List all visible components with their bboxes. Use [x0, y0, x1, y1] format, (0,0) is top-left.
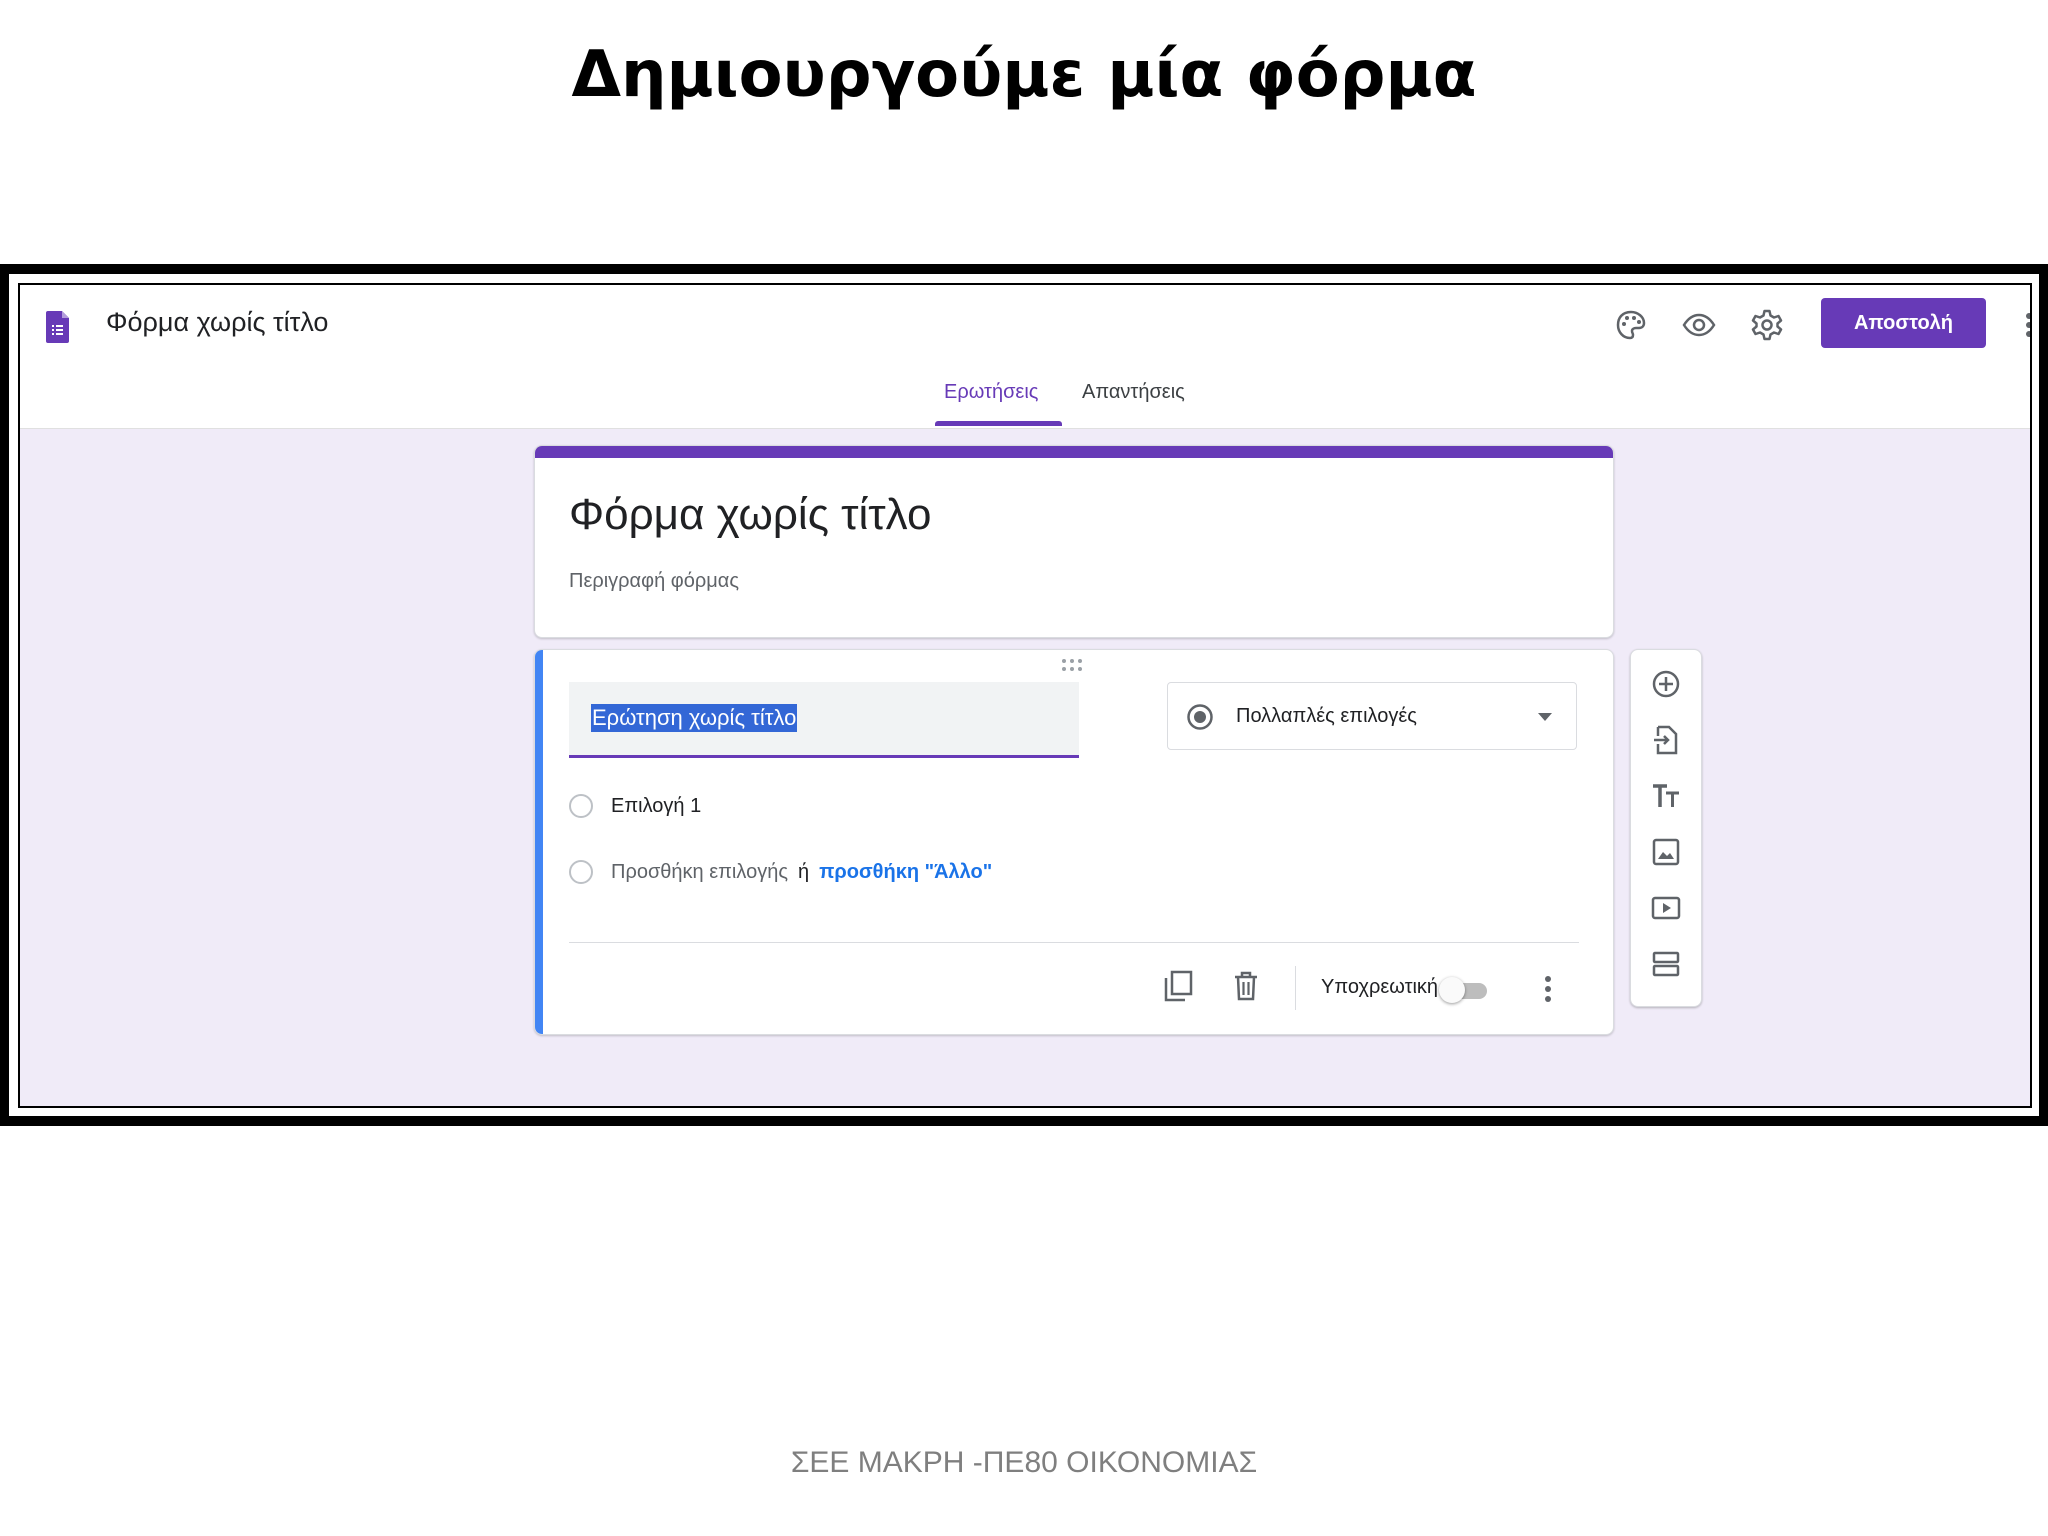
or-text: ή — [797, 861, 810, 883]
more-vert-icon[interactable] — [2022, 307, 2032, 343]
required-toggle[interactable] — [1439, 976, 1489, 1004]
add-section-icon[interactable] — [1650, 948, 1682, 980]
google-forms-logo-icon[interactable] — [46, 311, 69, 343]
active-tab-indicator — [935, 421, 1062, 426]
add-other-link[interactable]: προσθήκη "Άλλο" — [819, 861, 992, 883]
form-canvas: Φόρμα χωρίς τίτλο Περιγραφή φόρμας Ερώτη… — [20, 429, 2030, 1106]
theme-color-bar — [535, 446, 1613, 458]
slide-footer: ΣΕΕ ΜΑΚΡΗ -ΠΕ80 ΟΙΚΟΝΟΜΙΑΣ — [790, 1446, 1258, 1479]
add-option-link[interactable]: Προσθήκη επιλογής — [611, 861, 788, 883]
duplicate-icon[interactable] — [1163, 970, 1193, 1002]
active-card-indicator — [535, 650, 543, 1034]
question-title-input[interactable]: Ερώτηση χωρίς τίτλο — [569, 682, 1079, 758]
slide-title: Δημιουργούμε μία φόρμα — [571, 38, 1477, 112]
send-button[interactable]: Αποστολή — [1821, 298, 1986, 348]
app-header: Φόρμα χωρίς τίτλο Αποστολή Ερωτήσεις Απα… — [20, 285, 2030, 429]
add-image-icon[interactable] — [1650, 836, 1682, 868]
import-questions-icon[interactable] — [1650, 724, 1682, 756]
add-option-line: Προσθήκη επιλογής ή προσθήκη "Άλλο" — [611, 861, 992, 884]
add-title-icon[interactable] — [1650, 780, 1682, 812]
dropdown-arrow-icon — [1538, 713, 1552, 721]
required-label: Υποχρεωτική — [1321, 976, 1439, 998]
tab-questions[interactable]: Ερωτήσεις — [944, 381, 1038, 404]
screenshot-frame: Φόρμα χωρίς τίτλο Αποστολή Ερωτήσεις Απα… — [0, 264, 2048, 1126]
question-title-selected-text[interactable]: Ερώτηση χωρίς τίτλο — [591, 704, 798, 732]
palette-icon[interactable] — [1613, 307, 1649, 343]
form-title[interactable]: Φόρμα χωρίς τίτλο — [569, 490, 931, 540]
option-label[interactable]: Επιλογή 1 — [611, 795, 701, 818]
forms-window: Φόρμα χωρίς τίτλο Αποστολή Ερωτήσεις Απα… — [18, 283, 2032, 1108]
preview-eye-icon[interactable] — [1681, 307, 1717, 343]
form-description-field[interactable]: Περιγραφή φόρμας — [569, 570, 739, 593]
card-footer-divider — [569, 942, 1579, 943]
question-type-label: Πολλαπλές επιλογές — [1236, 705, 1417, 727]
question-type-dropdown[interactable]: Πολλαπλές επιλογές — [1167, 682, 1577, 750]
drag-handle-icon[interactable] — [1061, 658, 1083, 672]
settings-gear-icon[interactable] — [1749, 307, 1785, 343]
question-more-vert-icon[interactable] — [1543, 974, 1553, 1004]
add-video-icon[interactable] — [1650, 892, 1682, 924]
radio-empty-icon — [569, 794, 593, 818]
footer-separator — [1295, 966, 1296, 1010]
form-title-card[interactable]: Φόρμα χωρίς τίτλο Περιγραφή φόρμας — [534, 445, 1614, 638]
add-question-icon[interactable] — [1650, 668, 1682, 700]
side-toolbar — [1630, 649, 1702, 1007]
document-title[interactable]: Φόρμα χωρίς τίτλο — [106, 307, 328, 338]
radio-empty-icon — [569, 860, 593, 884]
toggle-knob — [1439, 977, 1465, 1003]
tab-responses[interactable]: Απαντήσεις — [1082, 381, 1185, 404]
radio-checked-icon — [1187, 704, 1213, 730]
question-card[interactable]: Ερώτηση χωρίς τίτλο Πολλαπλές επιλογές Ε… — [534, 649, 1614, 1035]
delete-trash-icon[interactable] — [1231, 970, 1261, 1002]
